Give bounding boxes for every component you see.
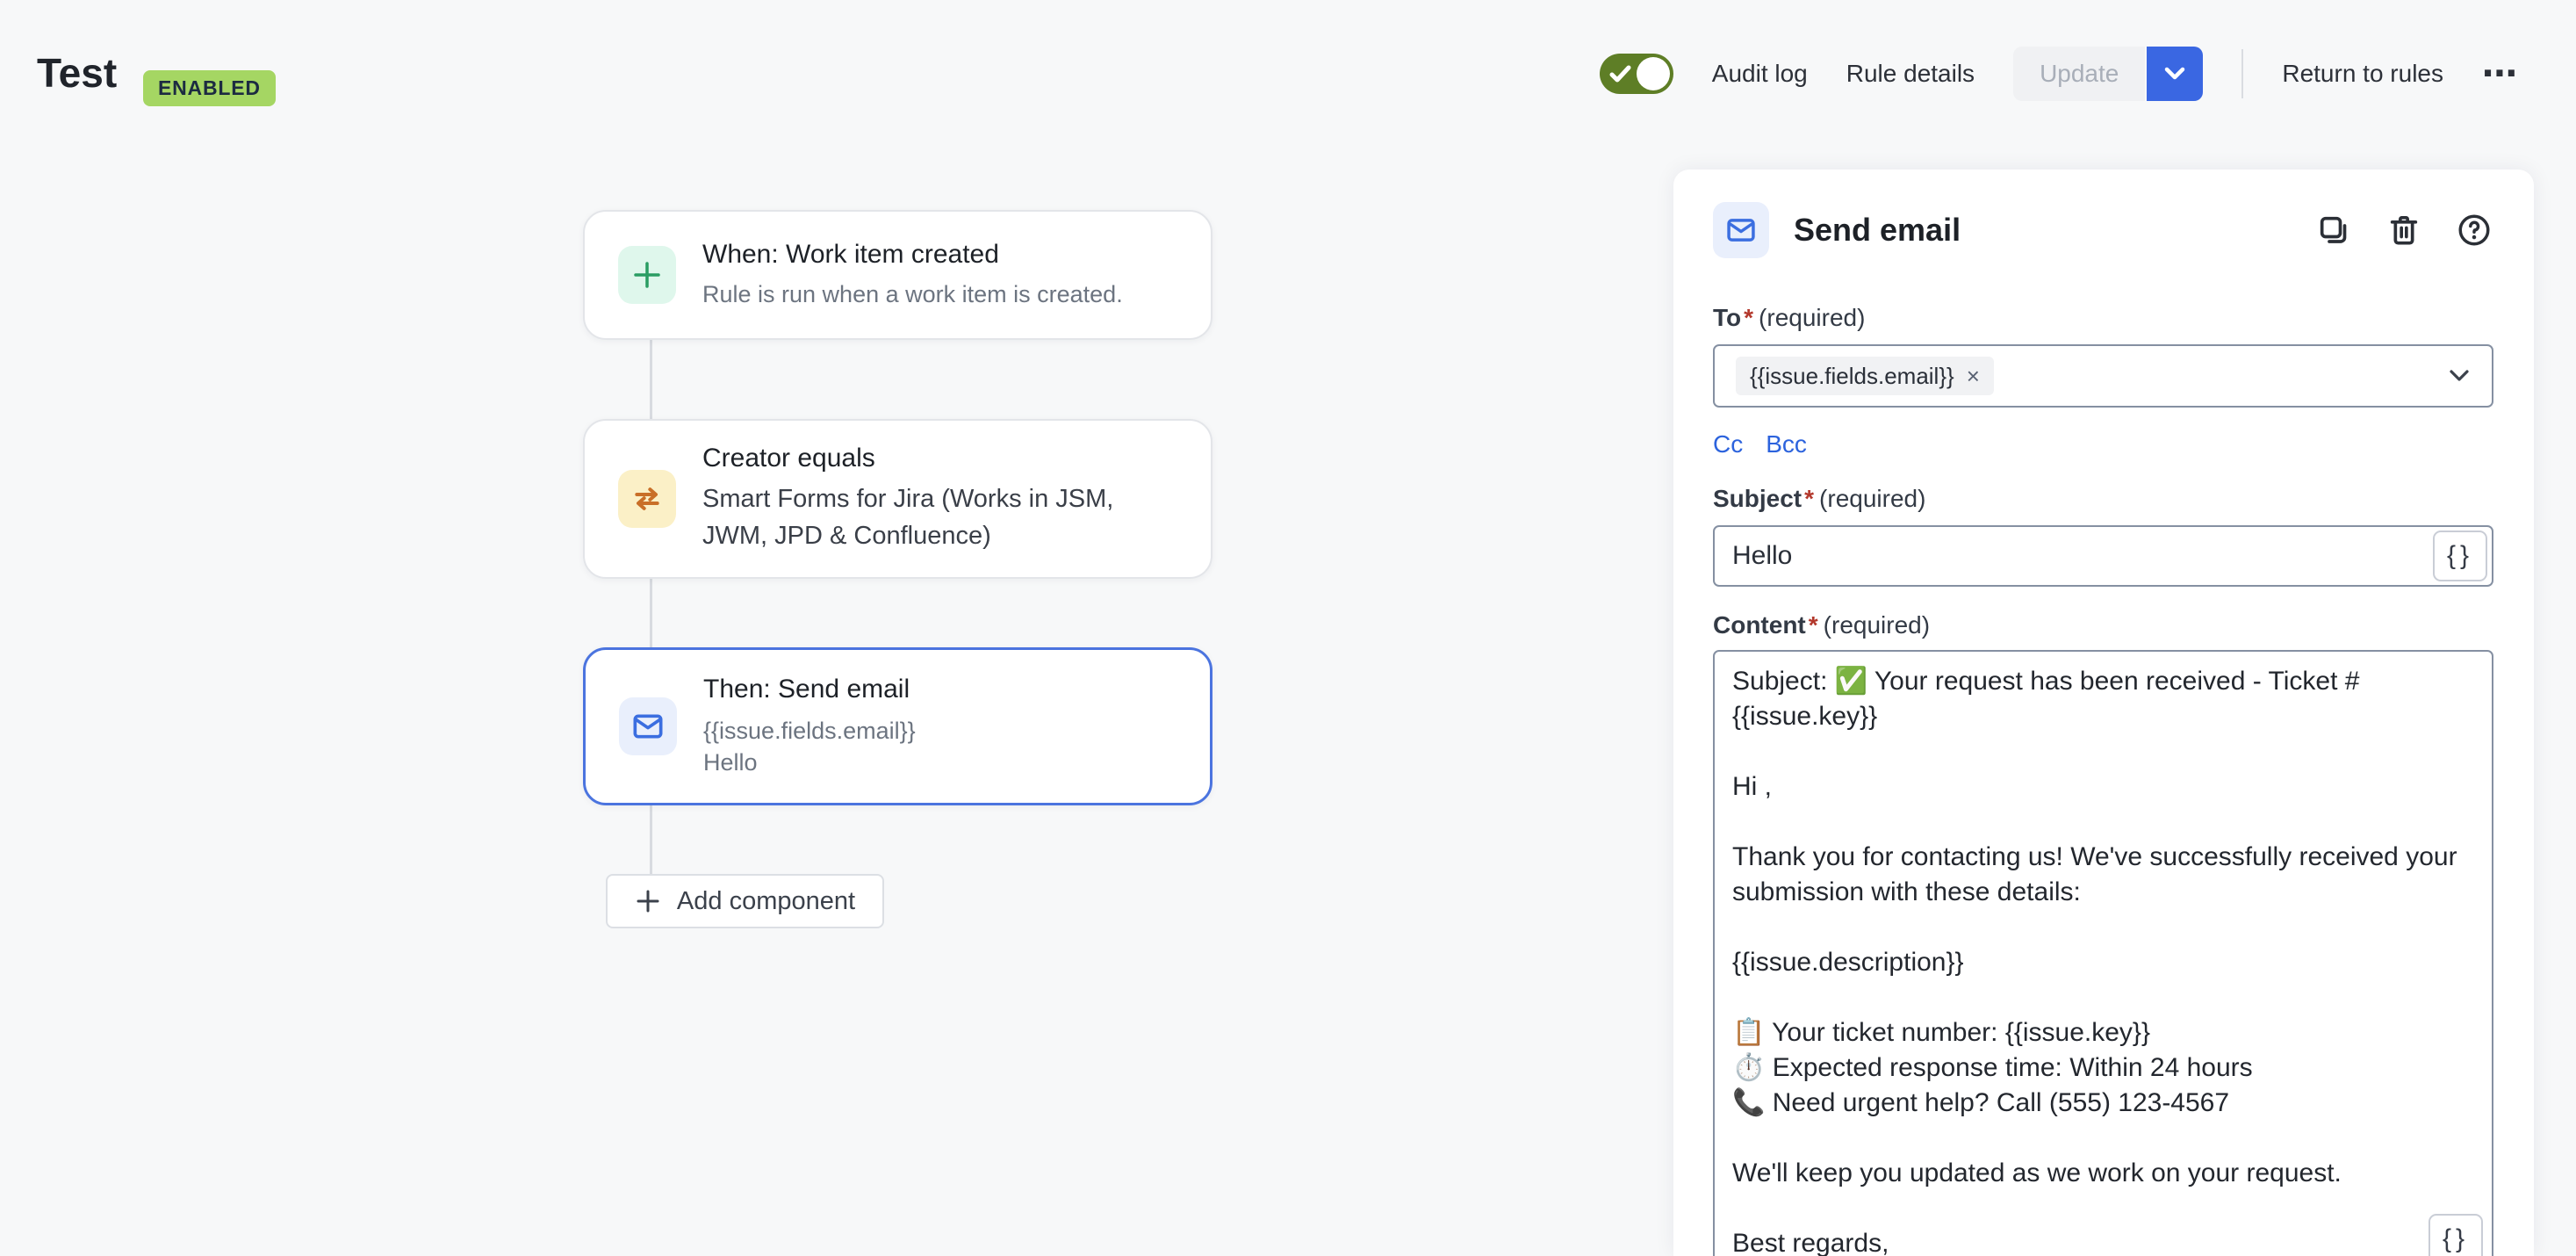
subject-input[interactable] — [1715, 541, 2433, 571]
required-hint: (required) — [1759, 304, 1865, 331]
page-title: Test — [37, 49, 117, 97]
component-title: Creator equals — [702, 444, 1176, 473]
field-label-text: To — [1713, 304, 1741, 331]
help-icon — [2456, 212, 2493, 249]
action-card-text: Then: Send email {{issue.fields.email}} … — [703, 675, 916, 778]
rule-details-button[interactable]: Rule details — [1846, 60, 1975, 88]
status-badge: ENABLED — [143, 70, 276, 106]
toolbar: Audit log Rule details Update Return to … — [1600, 46, 2520, 102]
update-button[interactable]: Update — [2013, 47, 2145, 101]
envelope-icon — [619, 697, 677, 755]
toolbar-divider — [2241, 49, 2243, 98]
toggle-knob — [1637, 57, 1670, 90]
help-button[interactable] — [2455, 211, 2493, 249]
panel-title: Send email — [1794, 212, 1961, 249]
component-description: Rule is run when a work item is created. — [702, 278, 1123, 310]
delete-button[interactable] — [2385, 211, 2423, 249]
send-email-config-panel: Send email — [1673, 170, 2534, 1256]
content-field-label: Content*(required) — [1713, 611, 2493, 639]
condition-card-text: Creator equals Smart Forms for Jira (Wor… — [702, 444, 1176, 554]
component-detail-line: Hello — [703, 747, 916, 778]
rule-enabled-toggle[interactable] — [1600, 54, 1673, 94]
action-card-send-email[interactable]: Then: Send email {{issue.fields.email}} … — [583, 647, 1212, 805]
trash-icon — [2386, 213, 2421, 248]
field-label-text: Content — [1713, 611, 1806, 639]
to-recipient-select[interactable]: {{issue.fields.email}} × — [1713, 344, 2493, 408]
plus-icon — [635, 888, 661, 914]
swap-arrows-icon — [618, 470, 676, 528]
required-star: * — [1804, 485, 1814, 512]
component-detail-line: {{issue.fields.email}} — [703, 715, 916, 747]
return-to-rules-button[interactable]: Return to rules — [2282, 60, 2443, 88]
component-description: Smart Forms for Jira (Works in JSM, JWM,… — [702, 480, 1176, 554]
check-icon — [1609, 64, 1632, 83]
required-star: * — [1809, 611, 1818, 639]
component-title: Then: Send email — [703, 675, 916, 704]
update-dropdown-button[interactable] — [2147, 47, 2203, 101]
cc-bcc-links: Cc Bcc — [1713, 430, 2493, 458]
add-component-button[interactable]: Add component — [606, 874, 884, 928]
chevron-down-icon — [2448, 368, 2471, 384]
remove-chip-icon[interactable]: × — [1967, 365, 1980, 387]
trigger-card-text: When: Work item created Rule is run when… — [702, 240, 1123, 310]
trigger-card-work-item-created[interactable]: When: Work item created Rule is run when… — [583, 210, 1212, 340]
to-field-label: To*(required) — [1713, 304, 2493, 332]
condition-card-creator-equals[interactable]: Creator equals Smart Forms for Jira (Wor… — [583, 419, 1212, 579]
insert-smart-value-button[interactable]: {} — [2428, 1214, 2483, 1256]
envelope-icon — [1713, 202, 1769, 258]
recipient-chip-label: {{issue.fields.email}} — [1750, 363, 1954, 390]
cc-link[interactable]: Cc — [1713, 430, 1743, 458]
duplicate-icon — [2316, 213, 2351, 248]
panel-header: Send email — [1713, 199, 2493, 262]
component-title: When: Work item created — [702, 240, 1123, 270]
panel-actions — [2314, 211, 2493, 249]
subject-field-label: Subject*(required) — [1713, 485, 2493, 513]
content-textarea-wrap: Subject: ✅ Your request has been receive… — [1713, 650, 2493, 1256]
chevron-down-icon — [2162, 66, 2187, 82]
bcc-link[interactable]: Bcc — [1766, 430, 1807, 458]
required-hint: (required) — [1819, 485, 1925, 512]
plus-icon — [618, 246, 676, 304]
add-component-label: Add component — [677, 887, 855, 916]
audit-log-button[interactable]: Audit log — [1712, 60, 1808, 88]
duplicate-button[interactable] — [2314, 211, 2353, 249]
update-split-button: Update — [2013, 47, 2203, 101]
recipient-chip[interactable]: {{issue.fields.email}} × — [1736, 357, 1994, 395]
subject-input-wrap: {} — [1713, 525, 2493, 587]
insert-smart-value-button[interactable]: {} — [2433, 531, 2487, 581]
required-hint: (required) — [1824, 611, 1930, 639]
more-actions-button[interactable]: ⋯ — [2482, 56, 2520, 91]
required-star: * — [1744, 304, 1753, 331]
content-textarea[interactable]: Subject: ✅ Your request has been receive… — [1715, 652, 2492, 1256]
field-label-text: Subject — [1713, 485, 1802, 512]
